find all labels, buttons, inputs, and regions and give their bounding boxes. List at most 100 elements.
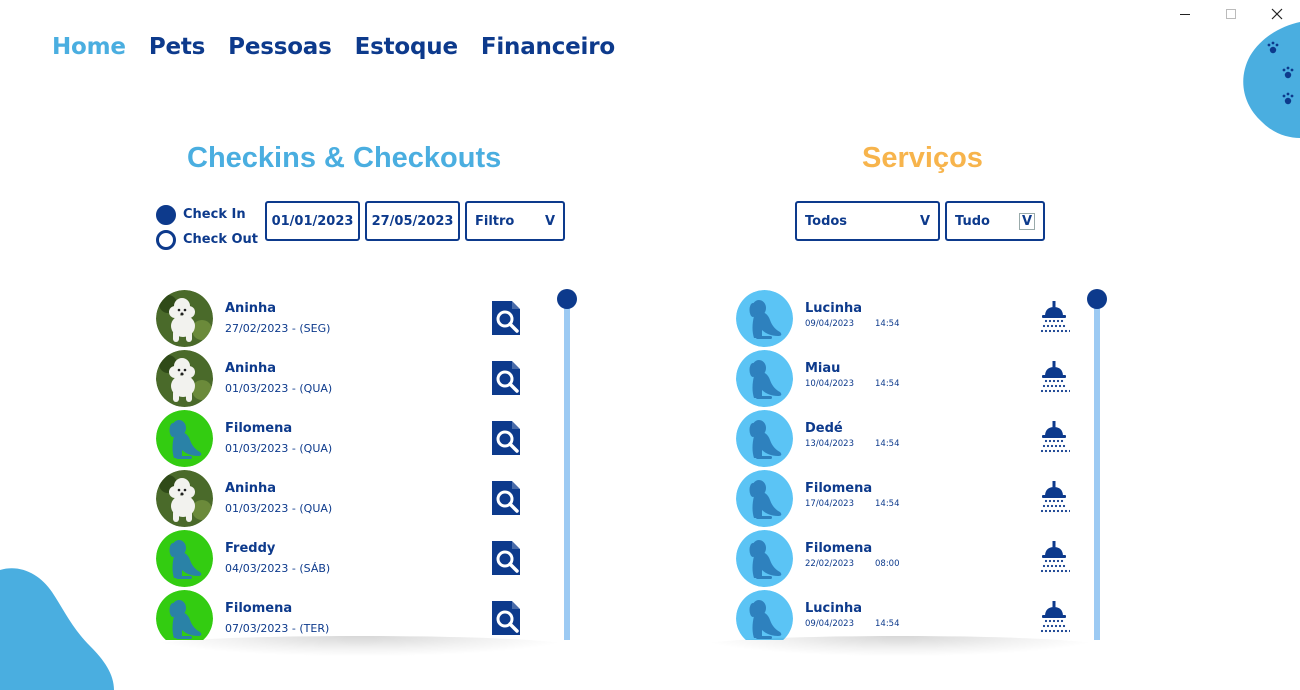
service-date: 10/04/2023 [805, 379, 854, 389]
pet-name: Filomena [805, 541, 873, 556]
shower-icon[interactable] [1038, 360, 1072, 396]
date-to-value: 27/05/2023 [371, 213, 454, 229]
checkins-scroll-thumb[interactable] [557, 289, 577, 309]
service-time: 08:00 [875, 559, 900, 569]
pet-avatar [156, 350, 213, 407]
service-time: 14:54 [875, 319, 900, 329]
service-date: 13/04/2023 [805, 439, 854, 449]
pet-avatar [736, 470, 793, 527]
blob-decoration [0, 568, 114, 690]
servicos-list: Lucinha 09/04/2023 14:54 Miau 10/04/2023 14:5… [736, 288, 1096, 640]
service-type-dropdown[interactable]: Todos V [795, 201, 940, 241]
pet-name: Aninha [225, 301, 277, 316]
pet-avatar [156, 470, 213, 527]
servicos-title: Serviços [862, 142, 983, 174]
shower-icon[interactable] [1038, 480, 1072, 516]
dropdown-arrow-icon: V [544, 213, 555, 229]
check-out-radio-option[interactable]: Check Out [156, 227, 258, 252]
service-date: 09/04/2023 [805, 319, 854, 329]
checkin-date: 01/03/2023 - (QUA) [225, 382, 333, 395]
service-date: 22/02/2023 [805, 559, 854, 569]
shower-icon[interactable] [1038, 600, 1072, 636]
pet-name: Lucinha [805, 601, 862, 616]
minimize-button[interactable] [1162, 0, 1208, 28]
main-nav: Home Pets Pessoas Estoque Financeiro [52, 34, 638, 60]
servicos-scroll-thumb[interactable] [1087, 289, 1107, 309]
nav-item-financeiro[interactable]: Financeiro [481, 34, 615, 60]
document-search-icon[interactable] [490, 539, 522, 577]
check-out-label: Check Out [183, 232, 259, 247]
checkins-list: Aninha 27/02/2023 - (SEG) Aninha 01/03/2023… [156, 288, 556, 640]
filter-dropdown[interactable]: Filtro V [465, 201, 565, 241]
checkin-date: 01/03/2023 - (QUA) [225, 442, 333, 455]
date-to-field[interactable]: 27/05/2023 [365, 201, 460, 241]
close-icon [1271, 8, 1283, 20]
pet-avatar [736, 590, 793, 640]
pet-name: Lucinha [805, 301, 862, 316]
dropdown-arrow-icon: V [1018, 212, 1035, 230]
pet-name: Dedé [805, 421, 843, 436]
service-list-item[interactable]: Filomena 22/02/2023 08:00 [736, 528, 1096, 588]
checkin-type-radio-group: Check In Check Out [156, 202, 258, 252]
filter-dropdown-label: Filtro [475, 213, 515, 229]
service-period-dropdown[interactable]: Tudo V [945, 201, 1045, 241]
check-out-radio[interactable] [156, 229, 176, 250]
pet-name: Filomena [225, 421, 293, 436]
service-time: 14:54 [875, 379, 900, 389]
dropdown-arrow-icon: V [919, 213, 930, 229]
shower-icon[interactable] [1038, 420, 1072, 456]
check-in-radio-option[interactable]: Check In [156, 202, 258, 227]
shower-icon[interactable] [1038, 300, 1072, 336]
pet-name: Freddy [225, 541, 276, 556]
checkin-list-item[interactable]: Aninha 01/03/2023 - (QUA) [156, 468, 556, 528]
document-search-icon[interactable] [490, 599, 522, 637]
service-time: 14:54 [875, 439, 900, 449]
pet-name: Filomena [805, 481, 873, 496]
pet-avatar [156, 590, 213, 640]
checkins-scrollbar[interactable] [564, 300, 570, 640]
service-period-label: Tudo [955, 213, 990, 229]
document-search-icon[interactable] [490, 299, 522, 337]
checkin-list-item[interactable]: Aninha 01/03/2023 - (QUA) [156, 348, 556, 408]
service-date: 17/04/2023 [805, 499, 854, 509]
checkin-date: 27/02/2023 - (SEG) [225, 322, 331, 335]
pet-name: Miau [805, 361, 841, 376]
nav-item-pets[interactable]: Pets [149, 34, 206, 60]
service-list-item[interactable]: Lucinha 09/04/2023 14:54 [736, 588, 1096, 640]
checkin-list-item[interactable]: Filomena 01/03/2023 - (QUA) [156, 408, 556, 468]
pet-avatar [736, 290, 793, 347]
pet-avatar [736, 530, 793, 587]
service-list-item[interactable]: Dedé 13/04/2023 14:54 [736, 408, 1096, 468]
pet-name: Aninha [225, 361, 277, 376]
pet-avatar [156, 410, 213, 467]
pet-avatar [156, 290, 213, 347]
shower-icon[interactable] [1038, 540, 1072, 576]
service-list-item[interactable]: Filomena 17/04/2023 14:54 [736, 468, 1096, 528]
date-from-value: 01/01/2023 [271, 213, 354, 229]
document-search-icon[interactable] [490, 419, 522, 457]
service-time: 14:54 [875, 619, 900, 629]
pet-avatar [736, 350, 793, 407]
checkin-date: 01/03/2023 - (QUA) [225, 502, 333, 515]
checkin-list-item[interactable]: Filomena 07/03/2023 - (TER) [156, 588, 556, 640]
service-time: 14:54 [875, 499, 900, 509]
check-in-radio[interactable] [156, 204, 176, 225]
pet-name: Filomena [225, 601, 293, 616]
pet-avatar [736, 410, 793, 467]
pet-name: Aninha [225, 481, 277, 496]
service-list-item[interactable]: Lucinha 09/04/2023 14:54 [736, 288, 1096, 348]
service-list-item[interactable]: Miau 10/04/2023 14:54 [736, 348, 1096, 408]
servicos-list-shadow [700, 636, 1100, 656]
document-search-icon[interactable] [490, 359, 522, 397]
servicos-scrollbar[interactable] [1094, 300, 1100, 640]
nav-item-estoque[interactable]: Estoque [355, 34, 458, 60]
checkin-list-item[interactable]: Aninha 27/02/2023 - (SEG) [156, 288, 556, 348]
pet-avatar [156, 530, 213, 587]
date-from-field[interactable]: 01/01/2023 [265, 201, 360, 241]
document-search-icon[interactable] [490, 479, 522, 517]
nav-item-pessoas[interactable]: Pessoas [228, 34, 332, 60]
checkins-title: Checkins & Checkouts [187, 142, 502, 174]
service-type-label: Todos [805, 213, 848, 229]
checkin-list-item[interactable]: Freddy 04/03/2023 - (SÁB) [156, 528, 556, 588]
nav-item-home[interactable]: Home [52, 34, 126, 60]
